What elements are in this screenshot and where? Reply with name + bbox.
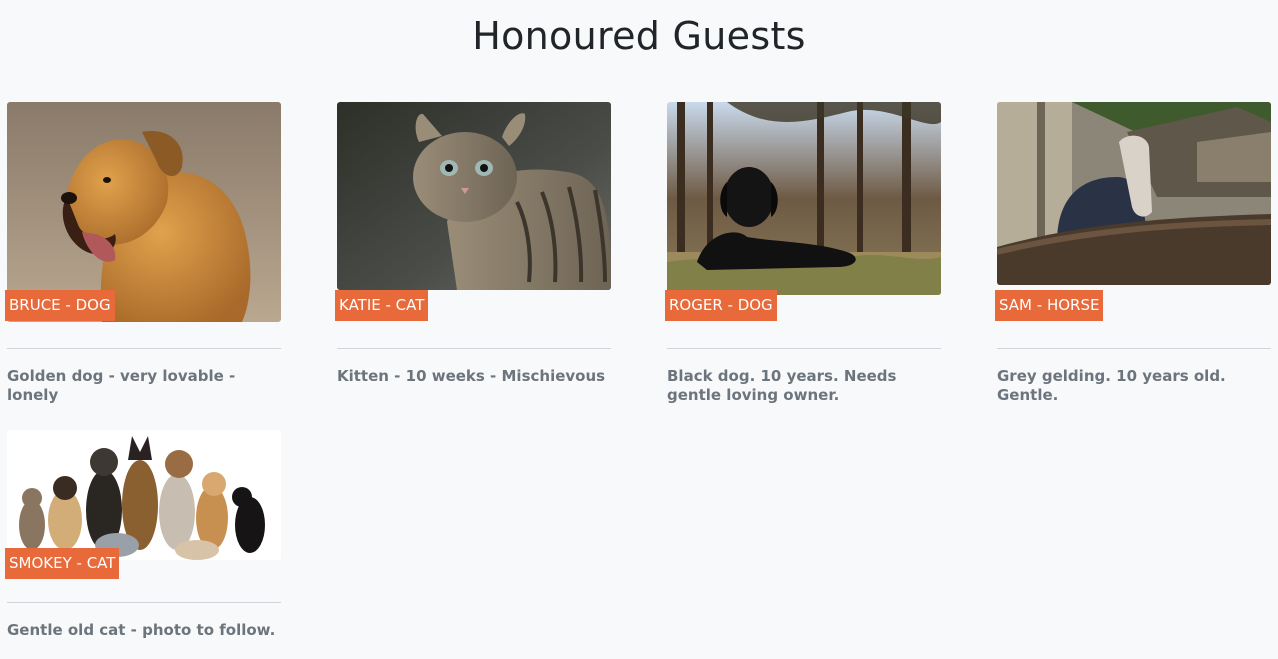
card-divider xyxy=(7,348,281,349)
group-of-pets-photo xyxy=(7,430,281,560)
guest-name-tag: SMOKEY - CAT xyxy=(5,548,120,579)
card-divider xyxy=(7,602,281,603)
card-divider xyxy=(337,348,611,349)
guest-name-tag: ROGER - DOG xyxy=(665,290,777,321)
guest-description: Golden dog - very lovable - lonely xyxy=(7,367,236,404)
guest-description: Grey gelding. 10 years old. Gentle. xyxy=(997,367,1226,404)
guest-name-tag: SAM - HORSE xyxy=(995,290,1104,321)
tabby-kitten-photo xyxy=(337,102,611,290)
guest-description: Black dog. 10 years. Needs gentle loving… xyxy=(667,367,897,404)
golden-dog-photo xyxy=(7,102,281,322)
guest-description: Kitten - 10 weeks - Mischievous xyxy=(337,367,606,385)
guest-name-tag: KATIE - CAT xyxy=(335,290,429,321)
grey-horse-photo xyxy=(997,102,1271,285)
page-title: Honoured Guests xyxy=(472,14,806,58)
card-divider xyxy=(997,348,1271,349)
black-dog-photo xyxy=(667,102,941,295)
guest-name-tag: BRUCE - DOG xyxy=(5,290,115,321)
card-divider xyxy=(667,348,941,349)
guest-description: Gentle old cat - photo to follow. xyxy=(7,621,276,639)
